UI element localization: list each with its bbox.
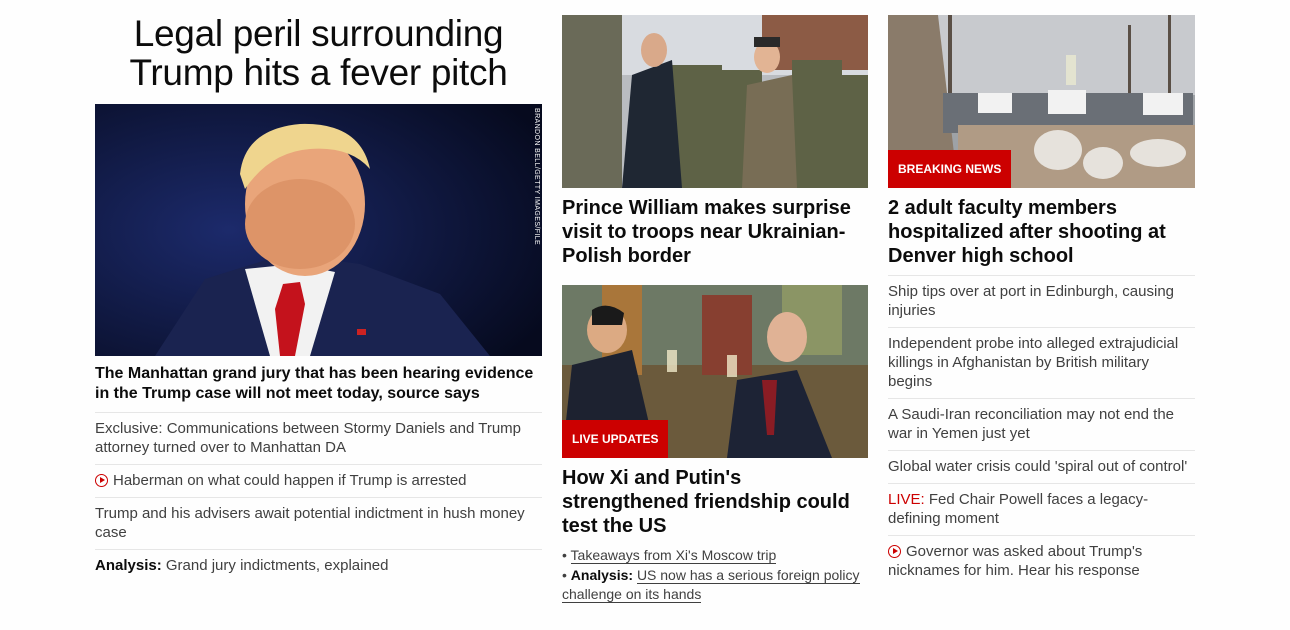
headline-item[interactable]: LIVE: Fed Chair Powell faces a legacy-de… (888, 483, 1195, 535)
prince-william-image[interactable] (562, 15, 868, 188)
live-label: LIVE: (888, 491, 925, 508)
lead-related-item[interactable]: Trump and his advisers await potential i… (95, 497, 542, 549)
image-credit: BRANDON BELL/GETTY IMAGES/FILE (533, 108, 540, 246)
headline-text: Independent probe into alleged extrajudi… (888, 335, 1179, 390)
headline-item[interactable]: Global water crisis could 'spiral out of… (888, 450, 1195, 483)
headline-item[interactable]: Governor was asked about Trump's nicknam… (888, 535, 1195, 587)
lead-related-item[interactable]: Exclusive: Communications between Stormy… (95, 412, 542, 464)
headline-text: A Saudi-Iran reconciliation may not end … (888, 406, 1175, 442)
lead-related-text: Haberman on what could happen if Trump i… (113, 472, 467, 489)
lead-related-item[interactable]: Haberman on what could happen if Trump i… (95, 464, 542, 497)
bullet-item[interactable]: • Takeaways from Xi's Moscow trip (562, 546, 868, 565)
headline-text: Fed Chair Powell faces a legacy-defining… (888, 491, 1149, 527)
headline-text: Governor was asked about Trump's nicknam… (888, 543, 1143, 579)
right-headline-list: Ship tips over at port in Edinburgh, cau… (888, 275, 1195, 587)
headline-item[interactable]: Independent probe into alleged extrajudi… (888, 327, 1195, 398)
lead-image-trump[interactable]: BRANDON BELL/GETTY IMAGES/FILE (95, 104, 542, 356)
xi-putin-bullets: • Takeaways from Xi's Moscow trip • Anal… (562, 546, 868, 604)
headline-text: Global water crisis could 'spiral out of… (888, 458, 1188, 475)
breaking-news-badge: BREAKING NEWS (888, 150, 1012, 188)
lead-related-item[interactable]: Analysis: Grand jury indictments, explai… (95, 549, 542, 582)
analysis-label: Analysis: (95, 557, 162, 574)
middle-column: Prince William makes surprise visit to t… (562, 0, 868, 605)
denver-story-title[interactable]: 2 adult faculty members hospitalized aft… (888, 196, 1195, 268)
right-column: BREAKING NEWS 2 adult faculty members ho… (888, 0, 1195, 587)
analysis-label: Analysis: (570, 567, 634, 583)
bullet-link[interactable]: Takeaways from Xi's Moscow trip (570, 547, 777, 564)
lead-related-text: Exclusive: Communications between Stormy… (95, 420, 522, 456)
lead-related-text: Trump and his advisers await potential i… (95, 505, 525, 541)
headline-item[interactable]: A Saudi-Iran reconciliation may not end … (888, 398, 1195, 450)
xi-putin-story-title[interactable]: How Xi and Putin's strengthened friendsh… (562, 466, 868, 538)
lead-related-text: Grand jury indictments, explained (161, 557, 389, 574)
play-icon (888, 545, 901, 558)
headline-item[interactable]: Ship tips over at port in Edinburgh, cau… (888, 275, 1195, 327)
prince-william-story-title[interactable]: Prince William makes surprise visit to t… (562, 196, 868, 268)
denver-shooting-image[interactable]: BREAKING NEWS (888, 15, 1195, 188)
live-updates-badge: LIVE UPDATES (562, 420, 669, 458)
lead-column: Legal peril surrounding Trump hits a fev… (95, 0, 542, 582)
play-icon (95, 474, 108, 487)
headline-text: Ship tips over at port in Edinburgh, cau… (888, 283, 1175, 319)
lead-headline[interactable]: Legal peril surrounding Trump hits a fev… (95, 14, 542, 92)
lead-story-link[interactable]: The Manhattan grand jury that has been h… (95, 364, 542, 404)
xi-putin-image[interactable]: LIVE UPDATES (562, 285, 868, 458)
lead-related-list: Exclusive: Communications between Stormy… (95, 412, 542, 582)
bullet-item[interactable]: • Analysis: US now has a serious foreign… (562, 566, 868, 604)
